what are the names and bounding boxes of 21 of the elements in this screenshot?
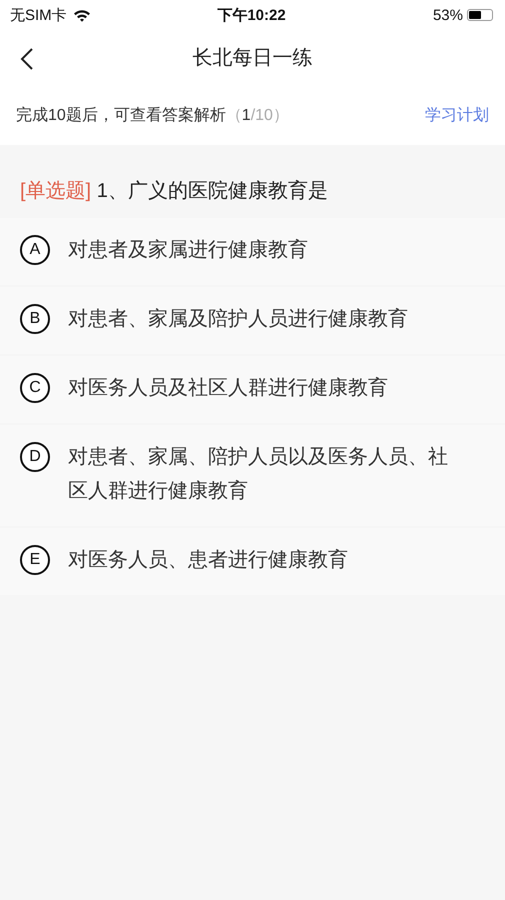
chevron-left-icon [20, 47, 34, 71]
study-plan-link[interactable]: 学习计划 [425, 104, 489, 126]
question-text: [单选题] 1、广义的医院健康教育是 [20, 179, 329, 204]
wifi-icon [72, 8, 91, 22]
clock-time: 下午10:22 [217, 6, 286, 24]
battery-percent: 53% [432, 6, 463, 24]
option-letter: B [20, 304, 50, 334]
battery-icon [467, 9, 493, 21]
page-title: 长北每日一练 [192, 46, 312, 71]
option-letter: E [20, 545, 50, 575]
option-text: 对医务人员及社区人群进行健康教育 [68, 376, 388, 401]
option-text: 对患者、家属、陪护人员以及医务人员、社区人群进行健康教育 [68, 445, 449, 504]
hint-text: 完成10题后，可查看答案解析 [16, 105, 226, 126]
option-letter: C [20, 373, 50, 403]
option-text: 对医务人员、患者进行健康教育 [68, 548, 348, 573]
option-text: 对患者、家属及陪护人员进行健康教育 [68, 307, 408, 332]
option-text: 对患者及家属进行健康教育 [68, 238, 308, 263]
option-letter: A [20, 235, 50, 265]
progress-counter: （1/10） [226, 106, 290, 126]
option-letter: D [20, 442, 50, 472]
carrier-label: 无SIM卡 [10, 6, 67, 24]
